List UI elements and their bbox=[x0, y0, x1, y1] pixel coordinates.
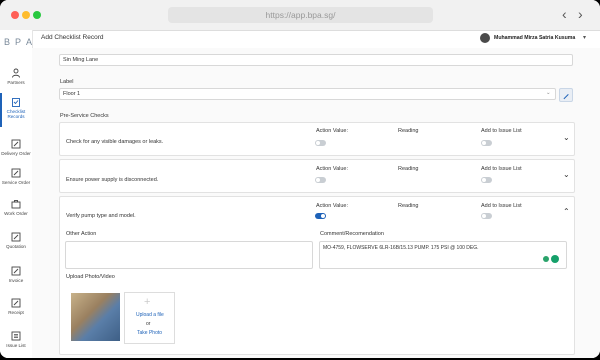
sidebar-item-label: Quotation bbox=[6, 244, 26, 249]
action-value-toggle[interactable] bbox=[315, 177, 326, 183]
sidebar-item-invoice[interactable]: Invoice bbox=[0, 266, 32, 283]
back-icon[interactable]: ‹ bbox=[562, 6, 567, 22]
sidebar-item-checklist-records[interactable]: Checklist Records bbox=[0, 93, 32, 127]
brand-logo-b: B bbox=[4, 37, 11, 47]
sidebar-item-issue-list[interactable]: Issue List bbox=[0, 331, 32, 348]
sidebar-item-label: Receipt bbox=[8, 310, 24, 315]
sidebar-item-label: Service Order bbox=[1, 180, 31, 185]
page-title: Add Checklist Record bbox=[41, 34, 104, 41]
issue-list-toggle[interactable] bbox=[481, 177, 492, 183]
sidebar-item-label: Invoice bbox=[8, 278, 24, 283]
action-value-toggle[interactable] bbox=[315, 213, 326, 219]
close-window-button[interactable] bbox=[11, 11, 19, 19]
other-action-textarea[interactable] bbox=[65, 241, 313, 269]
reading-header: Reading bbox=[398, 128, 419, 134]
location-pin-icon[interactable] bbox=[543, 256, 549, 262]
chevron-down-icon[interactable]: ⌄ bbox=[546, 90, 551, 96]
sidebar: B P A Partners Checklist Records Deliver… bbox=[0, 30, 33, 358]
briefcase-icon bbox=[11, 200, 21, 209]
check-text: Verify pump type and model. bbox=[66, 213, 136, 219]
other-action-label: Other Action bbox=[66, 231, 97, 237]
upload-label: Upload Photo/Video bbox=[66, 274, 115, 280]
uploaded-photo-thumbnail[interactable] bbox=[71, 293, 120, 341]
chevron-down-icon[interactable]: ⌄ bbox=[563, 170, 570, 179]
section-title: Pre-Service Checks bbox=[60, 113, 109, 119]
edit-icon bbox=[11, 168, 21, 178]
sidebar-item-label: Partners bbox=[7, 80, 25, 85]
action-value-header: Action Value: bbox=[316, 166, 349, 172]
person-icon bbox=[12, 68, 20, 78]
reading-header: Reading bbox=[398, 203, 419, 209]
edit-label-button[interactable] bbox=[559, 88, 573, 102]
label-select[interactable]: Floor 1 bbox=[59, 88, 556, 100]
check-text: Ensure power supply is disconnected. bbox=[66, 177, 159, 183]
browser-titlebar: https://app.bpa.sg/ ‹ › bbox=[0, 0, 600, 31]
chevron-up-icon[interactable]: ⌃ bbox=[563, 207, 570, 216]
plus-icon: + bbox=[144, 296, 151, 308]
sidebar-item-service-order[interactable]: Service Order bbox=[0, 168, 32, 185]
take-photo-link[interactable]: Take Photo bbox=[137, 330, 162, 336]
comment-textarea[interactable]: MO-4759, FLOWSERVE 6LR-16B/15.13 PUMP. 1… bbox=[319, 241, 567, 269]
edit-icon bbox=[11, 139, 21, 149]
action-value-toggle[interactable] bbox=[315, 140, 326, 146]
address-bar[interactable]: https://app.bpa.sg/ bbox=[168, 7, 433, 23]
sidebar-item-label: Checklist Records bbox=[6, 109, 26, 119]
sidebar-item-label: Issue List bbox=[6, 343, 26, 348]
avatar[interactable] bbox=[480, 33, 490, 43]
sidebar-item-delivery-order[interactable]: Delivery Order bbox=[0, 139, 32, 156]
brand-logo-p: P bbox=[15, 37, 22, 47]
clipboard-icon bbox=[12, 98, 20, 107]
action-value-header: Action Value: bbox=[316, 203, 349, 209]
chevron-down-icon[interactable]: ▾ bbox=[583, 34, 586, 41]
edit-icon bbox=[11, 232, 21, 242]
sidebar-item-work-order[interactable]: Work Order bbox=[0, 199, 32, 216]
issue-list-toggle[interactable] bbox=[481, 140, 492, 146]
pencil-icon bbox=[563, 94, 569, 100]
comment-label: Comment/Recomendation bbox=[320, 231, 384, 237]
chevron-down-icon[interactable]: ⌄ bbox=[563, 133, 570, 142]
sidebar-item-receipt[interactable]: Receipt bbox=[0, 298, 32, 315]
issue-list-header: Add to Issue List bbox=[481, 166, 522, 172]
sidebar-item-label: Work Order bbox=[4, 211, 28, 216]
reading-header: Reading bbox=[398, 166, 419, 172]
action-value-header: Action Value: bbox=[316, 128, 349, 134]
label-field-title: Label bbox=[60, 79, 74, 85]
sidebar-item-partners[interactable]: Partners bbox=[0, 68, 32, 85]
sidebar-item-quotation[interactable]: Quotation bbox=[0, 232, 32, 249]
check-text: Check for any visible damages or leaks. bbox=[66, 139, 164, 145]
maximize-window-button[interactable] bbox=[33, 11, 41, 19]
browser-window: https://app.bpa.sg/ ‹ › B P A Partners C… bbox=[0, 0, 600, 358]
issue-list-header: Add to Issue List bbox=[481, 128, 522, 134]
issue-list-toggle[interactable] bbox=[481, 213, 492, 219]
minimize-window-button[interactable] bbox=[22, 11, 30, 19]
sidebar-item-label: Delivery Order bbox=[1, 151, 31, 156]
checklist-item-card[interactable] bbox=[59, 159, 575, 193]
forward-icon[interactable]: › bbox=[578, 6, 583, 22]
list-icon bbox=[11, 331, 21, 341]
edit-icon bbox=[11, 266, 21, 276]
grammar-check-icon[interactable] bbox=[551, 255, 559, 263]
issue-list-header: Add to Issue List bbox=[481, 203, 522, 209]
upload-file-link[interactable]: Upload a file bbox=[136, 312, 164, 318]
location-field[interactable]: Sin Ming Lane bbox=[59, 54, 573, 66]
upload-or-text: or bbox=[146, 321, 151, 327]
edit-icon bbox=[11, 298, 21, 308]
user-name[interactable]: Muhammad Mirza Satria Kusuma bbox=[494, 35, 575, 41]
